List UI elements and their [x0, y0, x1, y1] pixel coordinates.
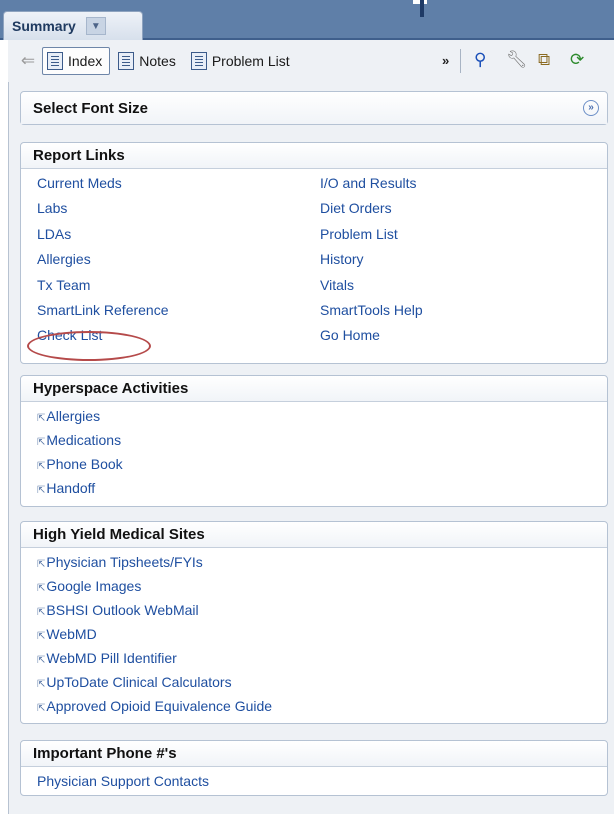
hyperspace-link-medications[interactable]: ⇱Medications [37, 428, 607, 452]
shortcut-arrow-icon: ⇱ [37, 631, 46, 642]
link-label: BSHSI Outlook WebMail [46, 602, 199, 618]
shortcut-arrow-icon: ⇱ [37, 583, 46, 594]
splitter-handle[interactable] [420, 0, 424, 17]
site-link-webmd[interactable]: ⇱WebMD [37, 622, 607, 646]
link-label: WebMD [46, 626, 97, 642]
link-current-meds[interactable]: Current Meds [37, 171, 320, 196]
tab-summary-label: Summary [12, 18, 76, 34]
shortcut-arrow-icon: ⇱ [37, 607, 46, 618]
link-label: Approved Opioid Equivalence Guide [46, 698, 273, 714]
link-tx-team[interactable]: Tx Team [37, 273, 320, 298]
index-button[interactable]: Index [42, 47, 111, 75]
refresh-icon[interactable]: ⟳ [570, 50, 584, 70]
back-arrow-icon[interactable]: ⇐ [14, 51, 42, 71]
notes-button-label: Notes [139, 53, 176, 69]
document-icon [47, 52, 63, 70]
hyperspace-link-phone-book[interactable]: ⇱Phone Book [37, 452, 607, 476]
shortcut-arrow-icon: ⇱ [37, 679, 46, 690]
phone-list: Physician Support Contacts [21, 767, 607, 793]
shortcut-arrow-icon: ⇱ [37, 485, 46, 496]
shortcut-arrow-icon: ⇱ [37, 655, 46, 666]
shortcut-arrow-icon: ⇱ [37, 413, 46, 424]
phone-title: Important Phone #'s [21, 741, 607, 767]
document-icon [118, 52, 135, 70]
link-label: Handoff [46, 480, 96, 496]
link-label: Medications [46, 432, 122, 448]
high-yield-panel: High Yield Medical Sites ⇱Physician Tips… [20, 521, 608, 724]
shortcut-arrow-icon: ⇱ [37, 437, 46, 448]
link-label: WebMD Pill Identifier [46, 650, 177, 666]
copy-icon[interactable]: ⧉ [538, 50, 550, 70]
link-label: Allergies [46, 408, 101, 424]
site-link-webmd-pill-identifier[interactable]: ⇱WebMD Pill Identifier [37, 646, 607, 670]
link-go-home[interactable]: Go Home [320, 323, 603, 348]
site-link-outlook-webmail[interactable]: ⇱BSHSI Outlook WebMail [37, 598, 607, 622]
link-label: UpToDate Clinical Calculators [46, 674, 232, 690]
hyperspace-link-handoff[interactable]: ⇱Handoff [37, 476, 607, 500]
link-smarttools-help[interactable]: SmartTools Help [320, 298, 603, 323]
link-smartlink-reference[interactable]: SmartLink Reference [37, 298, 320, 323]
notes-button[interactable]: Notes [114, 47, 183, 75]
report-links-panel: Report Links Current Meds I/O and Result… [20, 142, 608, 364]
high-yield-list: ⇱Physician Tipsheets/FYIs ⇱Google Images… [21, 548, 607, 718]
shortcut-arrow-icon: ⇱ [37, 559, 46, 570]
shortcut-arrow-icon: ⇱ [37, 461, 46, 472]
site-link-uptodate-calculators[interactable]: ⇱UpToDate Clinical Calculators [37, 670, 607, 694]
wrench-icon[interactable]: 🔧︎ [506, 50, 528, 70]
site-link-google-images[interactable]: ⇱Google Images [37, 574, 607, 598]
link-ldas[interactable]: LDAs [37, 222, 320, 247]
hyperspace-list: ⇱Allergies ⇱Medications ⇱Phone Book ⇱Han… [21, 402, 607, 500]
hyperspace-title: Hyperspace Activities [21, 376, 607, 402]
activity-toolbar: ⇐ Index Notes Problem List » ⚲ 🔧︎ ⧉ ⟳ [8, 40, 614, 82]
shortcut-arrow-icon: ⇱ [37, 703, 46, 714]
font-size-panel-title[interactable]: Select Font Size [21, 92, 607, 124]
report-links-grid: Current Meds I/O and Results Labs Diet O… [21, 169, 607, 349]
phone-panel: Important Phone #'s Physician Support Co… [20, 740, 608, 796]
expand-icon[interactable]: » [583, 100, 599, 116]
search-icon[interactable]: ⚲ [474, 50, 486, 70]
site-link-opioid-guide[interactable]: ⇱Approved Opioid Equivalence Guide [37, 694, 607, 718]
index-button-label: Index [68, 53, 103, 69]
more-buttons-icon[interactable]: » [442, 53, 449, 68]
link-history[interactable]: History [320, 247, 603, 272]
report-links-title: Report Links [21, 143, 607, 169]
link-physician-support-contacts[interactable]: Physician Support Contacts [37, 769, 607, 793]
highlight-circle [27, 331, 151, 361]
link-io-results[interactable]: I/O and Results [320, 171, 603, 196]
link-label: Google Images [46, 578, 142, 594]
link-label: Physician Tipsheets/FYIs [46, 554, 203, 570]
link-label: Phone Book [46, 456, 123, 472]
font-size-panel: Select Font Size » [20, 91, 608, 125]
toolbar-separator [460, 49, 461, 73]
hyperspace-link-allergies[interactable]: ⇱Allergies [37, 404, 607, 428]
hyperspace-panel: Hyperspace Activities ⇱Allergies ⇱Medica… [20, 375, 608, 507]
tab-summary[interactable]: Summary ▼ [3, 11, 143, 40]
site-link-physician-tipsheets[interactable]: ⇱Physician Tipsheets/FYIs [37, 550, 607, 574]
high-yield-title: High Yield Medical Sites [21, 522, 607, 548]
chevron-down-icon[interactable]: ▼ [85, 17, 106, 35]
link-labs[interactable]: Labs [37, 196, 320, 221]
link-diet-orders[interactable]: Diet Orders [320, 196, 603, 221]
document-icon [190, 52, 207, 70]
link-allergies[interactable]: Allergies [37, 247, 320, 272]
link-vitals[interactable]: Vitals [320, 273, 603, 298]
problem-list-button[interactable]: Problem List [187, 47, 297, 75]
problem-list-button-label: Problem List [211, 53, 290, 69]
link-problem-list[interactable]: Problem List [320, 222, 603, 247]
